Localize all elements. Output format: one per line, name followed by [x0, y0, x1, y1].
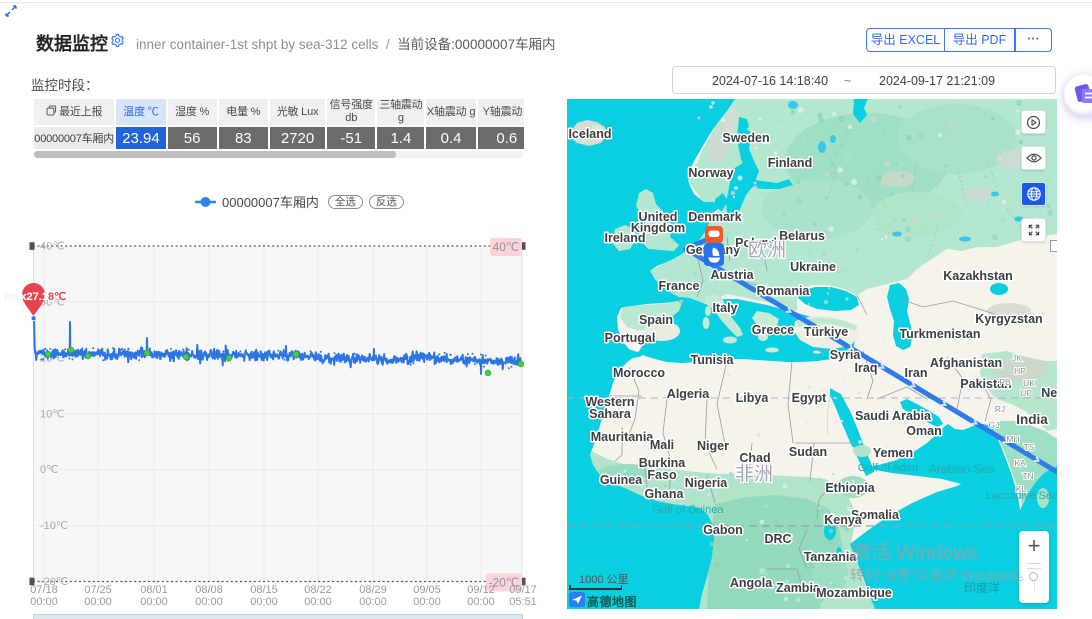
svg-text:09/17: 09/17 [509, 584, 537, 596]
svg-text:Mali: Mali [650, 438, 674, 452]
svg-text:Morocco: Morocco [613, 366, 665, 380]
svg-text:Mozambique: Mozambique [816, 586, 892, 600]
svg-text:07/18: 07/18 [30, 584, 58, 596]
svg-text:Tanzania: Tanzania [804, 550, 858, 564]
svg-text:Saudi Arabia: Saudi Arabia [855, 409, 932, 423]
svg-text:Norway: Norway [688, 166, 733, 180]
svg-text:Ukraine: Ukraine [790, 260, 836, 274]
svg-text:HP: HP [1014, 366, 1026, 376]
svg-text:Romania: Romania [757, 284, 811, 298]
svg-text:Sahara: Sahara [589, 407, 632, 421]
svg-text:00:00: 00:00 [413, 596, 441, 608]
svg-text:Libya: Libya [736, 391, 770, 405]
svg-text:Sudan: Sudan [789, 445, 827, 459]
svg-text:JK: JK [1012, 353, 1022, 363]
svg-text:Syria: Syria [830, 348, 862, 362]
svg-text:07/25: 07/25 [84, 584, 112, 596]
svg-text:Ghana: Ghana [645, 487, 685, 501]
svg-text:0℃: 0℃ [40, 464, 58, 476]
svg-text:Yemen: Yemen [873, 446, 913, 460]
svg-text:Ethiopia: Ethiopia [825, 481, 875, 495]
svg-text:00:00: 00:00 [140, 596, 168, 608]
svg-text:DRC: DRC [764, 532, 791, 546]
svg-text:Iceland: Iceland [568, 127, 611, 141]
svg-text:Portugal: Portugal [605, 331, 656, 345]
svg-text:00:00: 00:00 [84, 596, 112, 608]
svg-text:Mauritania: Mauritania [591, 430, 655, 444]
svg-text:Gulf of Aden: Gulf of Aden [858, 462, 919, 474]
svg-text:Angola: Angola [730, 576, 773, 590]
svg-text:Spain: Spain [639, 313, 673, 327]
svg-text:00:00: 00:00 [359, 596, 387, 608]
svg-text:40℃: 40℃ [40, 241, 65, 253]
svg-text:非洲: 非洲 [735, 463, 773, 485]
svg-text:GJ: GJ [989, 420, 1000, 430]
svg-text:09/12: 09/12 [467, 584, 495, 596]
svg-text:max27.18℃: max27.18℃ [5, 291, 67, 303]
svg-text:Oman: Oman [906, 424, 941, 438]
svg-text:UP: UP [1020, 388, 1032, 398]
svg-text:10℃: 10℃ [40, 408, 65, 420]
svg-text:Austria: Austria [710, 268, 754, 282]
svg-text:Italy: Italy [712, 301, 737, 315]
svg-text:Tunisia: Tunisia [691, 353, 735, 367]
svg-text:00:00: 00:00 [250, 596, 278, 608]
svg-text:09/05: 09/05 [413, 584, 441, 596]
svg-text:Greece: Greece [752, 323, 794, 337]
svg-text:-10℃: -10℃ [40, 520, 68, 532]
svg-text:TS: TS [1024, 442, 1035, 452]
svg-text:08/29: 08/29 [359, 584, 387, 596]
svg-text:Zambia: Zambia [776, 581, 821, 595]
svg-text:Iraq: Iraq [855, 361, 878, 375]
svg-text:00:00: 00:00 [304, 596, 332, 608]
svg-text:France: France [659, 279, 700, 293]
svg-text:Finland: Finland [768, 156, 812, 170]
svg-text:Kenya: Kenya [824, 513, 863, 527]
svg-text:Faso: Faso [647, 468, 677, 482]
svg-text:40℃: 40℃ [493, 240, 520, 254]
svg-text:India: India [1016, 412, 1048, 427]
svg-text:MH: MH [1006, 434, 1019, 444]
svg-text:Gulf of Guinea: Gulf of Guinea [653, 504, 725, 516]
svg-text:RJ: RJ [995, 404, 1005, 414]
svg-text:Arabian Sea: Arabian Sea [929, 462, 995, 476]
svg-text:Kazakhstan: Kazakhstan [943, 269, 1012, 283]
svg-text:TN: TN [1022, 471, 1033, 481]
svg-text:Nigeria: Nigeria [685, 476, 728, 490]
svg-text:Niger: Niger [697, 439, 729, 453]
svg-text:00:00: 00:00 [467, 596, 495, 608]
svg-text:Ireland: Ireland [605, 231, 646, 245]
svg-text:Kyrgyzstan: Kyrgyzstan [975, 312, 1042, 326]
svg-text:05:51: 05:51 [509, 596, 537, 608]
svg-text:Egypt: Egypt [792, 391, 828, 405]
svg-text:Sweden: Sweden [722, 131, 769, 145]
svg-text:Chad: Chad [739, 451, 770, 465]
svg-text:Gabon: Gabon [703, 523, 743, 537]
svg-text:00:00: 00:00 [195, 596, 223, 608]
svg-text:UK: UK [1023, 378, 1035, 388]
svg-text:Türkiye: Türkiye [804, 325, 849, 339]
svg-text:Iran: Iran [905, 366, 928, 380]
svg-text:KL: KL [1016, 484, 1027, 494]
svg-text:08/08: 08/08 [195, 584, 223, 596]
svg-text:Algeria: Algeria [667, 387, 710, 401]
svg-text:Nep: Nep [1041, 386, 1057, 400]
svg-text:KA: KA [1014, 458, 1026, 468]
svg-text:Denmark: Denmark [688, 210, 742, 224]
svg-text:08/22: 08/22 [304, 584, 332, 596]
svg-text:00:00: 00:00 [30, 596, 58, 608]
svg-text:Turkmenistan: Turkmenistan [899, 327, 980, 341]
svg-text:PB: PB [999, 377, 1011, 387]
svg-text:08/15: 08/15 [250, 584, 278, 596]
svg-text:08/01: 08/01 [140, 584, 168, 596]
svg-text:欧洲: 欧洲 [748, 239, 786, 261]
svg-text:Afghanistan: Afghanistan [930, 356, 1002, 370]
svg-text:Guinea: Guinea [600, 473, 643, 487]
